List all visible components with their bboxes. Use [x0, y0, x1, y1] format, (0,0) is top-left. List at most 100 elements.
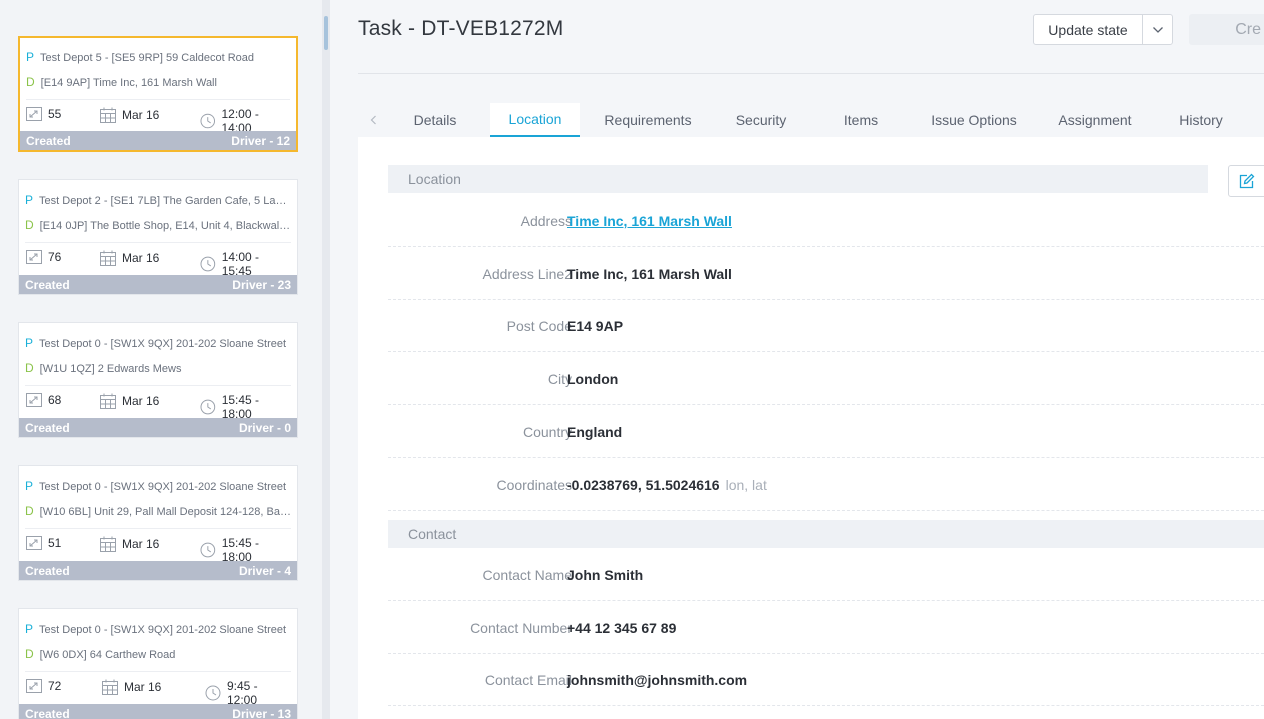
task-date: Mar 16 [100, 393, 159, 409]
task-delivery: [W10 6BL] Unit 29, Pall Mall Deposit 124… [39, 506, 291, 518]
task-pickup: Test Depot 0 - [SW1X 9QX] 201-202 Sloane… [39, 481, 287, 493]
task-size: 76 [26, 250, 61, 264]
city-value: London [567, 370, 619, 387]
task-pickup: Test Depot 2 - [SE1 7LB] The Garden Cafe… [39, 195, 291, 207]
edit-icon [1239, 173, 1255, 188]
tab-scroll-left-button[interactable] [358, 103, 388, 137]
tab-security[interactable]: Security [720, 103, 802, 137]
clock-icon [200, 399, 216, 415]
card-divider [25, 385, 291, 386]
task-date: Mar 16 [100, 536, 159, 552]
task-date-value: Mar 16 [122, 108, 160, 122]
task-size-value: 55 [48, 107, 62, 121]
pickup-tag: P [25, 622, 34, 636]
tab-requirements[interactable]: Requirements [594, 103, 702, 137]
task-driver: Driver - 23 [232, 277, 291, 292]
task-delivery-line: D [E14 9AP] Time Inc, 161 Marsh Wall [26, 75, 290, 89]
task-time-value: 15:45 - 18:00 [221, 536, 260, 564]
task-delivery: [W1U 1QZ] 2 Edwards Mews [39, 363, 182, 375]
calendar-icon [100, 107, 116, 123]
update-state-button[interactable]: Update state [1033, 14, 1143, 45]
contact-email-label: Contact Email [484, 671, 572, 688]
task-delivery-line: D [W6 0DX] 64 Carthew Road [25, 647, 291, 661]
postcode-value: E14 9AP [567, 317, 624, 334]
card-divider [26, 99, 290, 100]
task-date: Mar 16 [102, 679, 161, 695]
address-line2-label: Address Line2 [482, 265, 572, 282]
address-link[interactable]: Time Inc, 161 Marsh Wall [567, 213, 732, 229]
postcode-label: Post Code [506, 317, 572, 334]
address-line2-row: Address Line2 Time Inc, 161 Marsh Wall [388, 247, 1264, 300]
card-divider [25, 528, 291, 529]
task-status: Created [26, 133, 71, 148]
task-status-bar: Created Driver - 13 [19, 704, 297, 719]
task-date-value: Mar 16 [122, 537, 160, 551]
contact-name-label: Contact Name [482, 566, 572, 583]
task-driver: Driver - 4 [238, 563, 291, 578]
chevron-left-icon [370, 115, 376, 125]
calendar-icon [100, 536, 116, 552]
task-card[interactable]: P Test Depot 0 - [SW1X 9QX] 201-202 Sloan… [18, 465, 298, 581]
task-size-value: 76 [48, 250, 62, 264]
location-tab-content: Location Address Time Inc, 161 Marsh Wal… [358, 137, 1264, 719]
task-date: Mar 16 [100, 250, 159, 266]
city-row: City London [388, 352, 1264, 405]
tab-items[interactable]: Items [829, 103, 893, 137]
task-delivery-line: D [W10 6BL] Unit 29, Pall Mall Deposit 12… [25, 504, 291, 518]
header-divider [358, 73, 1264, 74]
tab-history[interactable]: History [1170, 103, 1232, 137]
task-status-bar: Created Driver - 23 [19, 275, 297, 294]
contact-number-row: Contact Number +44 12 345 67 89 [388, 601, 1264, 654]
task-card[interactable]: P Test Depot 0 - [SW1X 9QX] 201-202 Sloan… [18, 322, 298, 438]
task-delivery: [E14 9AP] Time Inc, 161 Marsh Wall [40, 77, 217, 89]
contact-number-value: +44 12 345 67 89 [567, 619, 677, 636]
tab-location[interactable]: Location [490, 103, 580, 137]
task-meta: 72 Mar 16 9:45 - 12:00 [25, 679, 291, 707]
pickup-tag: P [25, 336, 34, 350]
task-time-value: 14:00 - 15:45 [221, 250, 260, 278]
task-pickup-line: P Test Depot 0 - [SW1X 9QX] 201-202 Sloan… [25, 336, 291, 350]
resize-icon [26, 536, 42, 550]
coordinates-value: -0.0238769, 51.5024616 [567, 476, 720, 493]
resize-icon [26, 107, 42, 121]
task-status-bar: Created Driver - 4 [19, 561, 297, 580]
coordinates-row: Coordinates -0.0238769, 51.5024616 lon, … [388, 458, 1264, 511]
task-meta: 68 Mar 16 15:45 - 18:00 [25, 393, 291, 421]
task-size: 55 [26, 107, 61, 121]
create-button[interactable]: Cre [1189, 14, 1264, 45]
task-detail-panel: Task - DT-VEB1272M Update state Cre Deta… [330, 0, 1264, 719]
task-card[interactable]: P Test Depot 0 - [SW1X 9QX] 201-202 Sloan… [18, 608, 298, 719]
task-time: 14:00 - 15:45 [200, 250, 291, 278]
task-pickup: Test Depot 5 - [SE5 9RP] 59 Caldecot Roa… [40, 52, 255, 64]
tab-issue-options[interactable]: Issue Options [919, 103, 1029, 137]
tab-details[interactable]: Details [398, 103, 472, 137]
task-meta: 51 Mar 16 15:45 - 18:00 [25, 536, 291, 564]
task-pickup: Test Depot 0 - [SW1X 9QX] 201-202 Sloane… [39, 624, 287, 636]
clock-icon [200, 542, 216, 558]
postcode-row: Post Code E14 9AP [388, 299, 1264, 352]
task-pickup-line: P Test Depot 2 - [SE1 7LB] The Garden Caf… [25, 193, 291, 207]
task-status: Created [25, 420, 70, 435]
calendar-icon [102, 679, 118, 695]
address-row: Address Time Inc, 161 Marsh Wall [388, 194, 1264, 247]
task-size-value: 72 [48, 679, 62, 693]
task-pickup-line: P Test Depot 5 - [SE5 9RP] 59 Caldecot Ro… [26, 50, 290, 64]
task-list-scrollbar[interactable] [322, 0, 330, 719]
card-divider [25, 671, 291, 672]
task-time-value: 15:45 - 18:00 [221, 393, 260, 421]
update-state-dropdown-button[interactable] [1142, 14, 1173, 45]
task-pickup-line: P Test Depot 0 - [SW1X 9QX] 201-202 Sloan… [25, 622, 291, 636]
task-card[interactable]: P Test Depot 5 - [SE5 9RP] 59 Caldecot Ro… [18, 36, 298, 152]
task-card[interactable]: P Test Depot 2 - [SE1 7LB] The Garden Caf… [18, 179, 298, 295]
task-status-bar: Created Driver - 0 [19, 418, 297, 437]
task-driver: Driver - 0 [238, 420, 291, 435]
scrollbar-thumb[interactable] [324, 16, 328, 50]
tab-assignment[interactable]: Assignment [1045, 103, 1145, 137]
delivery-tag: D [26, 75, 35, 89]
pickup-tag: P [26, 50, 35, 64]
edit-button[interactable] [1228, 165, 1264, 197]
task-delivery-line: D [W1U 1QZ] 2 Edwards Mews [25, 361, 291, 375]
task-status: Created [25, 706, 70, 719]
task-pickup-line: P Test Depot 0 - [SW1X 9QX] 201-202 Sloan… [25, 479, 291, 493]
task-size-value: 51 [48, 536, 62, 550]
